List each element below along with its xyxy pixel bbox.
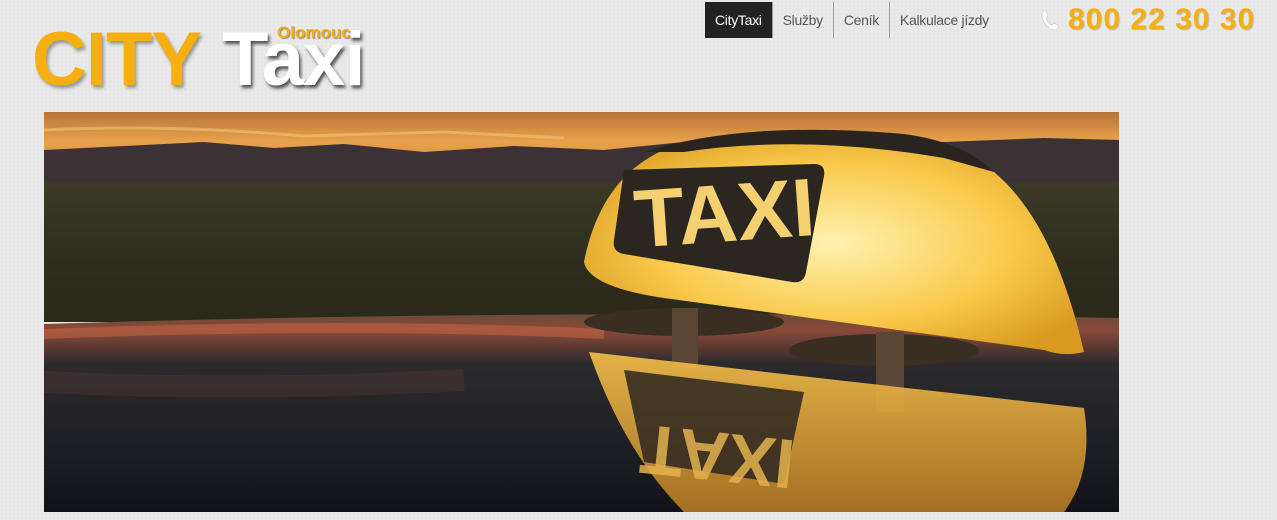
phone-icon <box>1041 9 1059 31</box>
phone-contact[interactable]: 800 22 30 30 <box>1040 3 1255 37</box>
nav-item-sluzby[interactable]: Služby <box>771 2 833 38</box>
site-logo[interactable]: CITY Taxi Olomouc <box>32 18 392 102</box>
main-nav: CityTaxi Služby Ceník Kalkulace jízdy <box>705 2 999 38</box>
logo-location-text: Olomouc <box>277 23 351 42</box>
hero-image: TAXI TAXI <box>44 112 1119 512</box>
logo-city-text: CITY <box>32 17 202 102</box>
nav-item-kalkulace[interactable]: Kalkulace jízdy <box>888 2 999 38</box>
nav-item-citytaxi[interactable]: CityTaxi <box>705 2 772 38</box>
hero-sign-text: TAXI <box>631 162 818 265</box>
phone-number[interactable]: 800 22 30 30 <box>1068 5 1255 35</box>
hero-banner: TAXI TAXI <box>44 112 1119 512</box>
nav-item-cenik[interactable]: Ceník <box>832 2 889 38</box>
hero-reflection-text: TAXI <box>637 410 799 504</box>
